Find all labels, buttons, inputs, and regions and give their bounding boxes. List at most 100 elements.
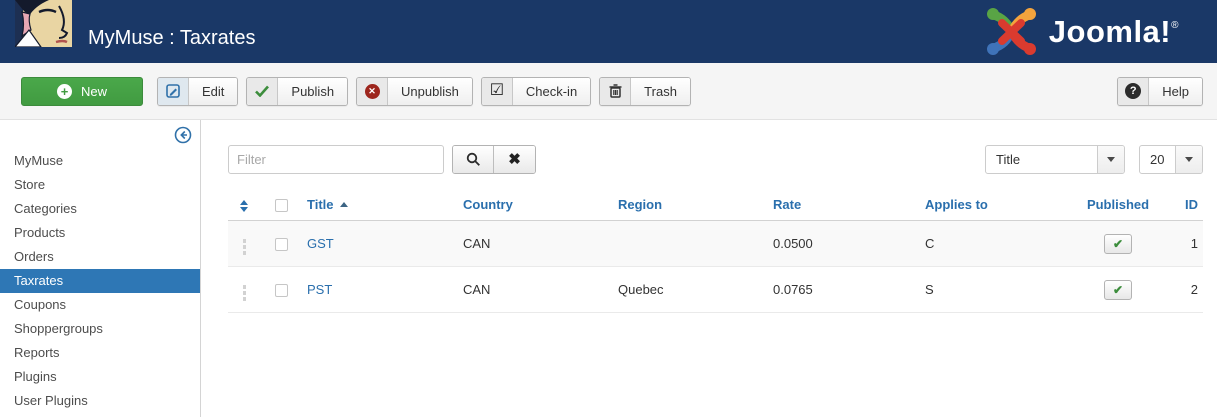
- row-order-cell: [228, 220, 260, 268]
- admin-header: MyMuse : Taxrates Joomla!®: [0, 0, 1217, 63]
- new-button-label: New: [80, 83, 107, 99]
- sidebar-item-user-plugins[interactable]: User Plugins: [0, 389, 200, 413]
- search-button-group: ✖: [452, 145, 536, 174]
- joomla-logo: Joomla!®: [984, 5, 1179, 58]
- select-all-header: [260, 189, 302, 222]
- help-button-label: Help: [1149, 77, 1202, 105]
- filter-bar: ✖ Title 20: [228, 145, 1203, 174]
- help-question-icon: ?: [1118, 77, 1150, 105]
- row-checkbox[interactable]: [274, 284, 288, 298]
- sidebar-item-coupons[interactable]: Coupons: [0, 293, 200, 317]
- row-order-cell: [228, 266, 260, 314]
- sidebar-item-plugins[interactable]: Plugins: [0, 365, 200, 389]
- chevron-down-icon: [1107, 157, 1115, 162]
- row-country-cell: CAN: [458, 266, 613, 314]
- row-applies-to-cell: C: [920, 220, 1075, 268]
- sidebar-item-shoppergroups[interactable]: Shoppergroups: [0, 317, 200, 341]
- row-country-cell: CAN: [458, 220, 613, 268]
- drag-handle-icon[interactable]: [239, 238, 250, 256]
- row-title-cell: PST: [302, 266, 458, 314]
- published-toggle-button[interactable]: ✔: [1104, 279, 1132, 300]
- check-icon: ✔: [1112, 282, 1124, 297]
- column-header-applies-to[interactable]: Applies to: [920, 189, 1075, 222]
- taxrates-table: Title Country Region Rate Applies to Pub…: [228, 189, 1203, 314]
- sidebar-item-categories[interactable]: Categories: [0, 197, 200, 221]
- ordering-sort-header[interactable]: [228, 189, 260, 222]
- clear-button[interactable]: ✖: [494, 146, 535, 173]
- edit-pencil-icon: [158, 77, 189, 105]
- page-title: MyMuse : Taxrates: [88, 27, 256, 49]
- chevron-down-icon: [1185, 157, 1193, 162]
- row-applies-to-cell: S: [920, 266, 1075, 314]
- trash-button[interactable]: Trash: [599, 76, 691, 106]
- limit-select[interactable]: 20: [1139, 145, 1203, 174]
- drag-handle-icon[interactable]: [239, 284, 250, 302]
- search-button[interactable]: [453, 146, 494, 173]
- sidebar-item-orders[interactable]: Orders: [0, 245, 200, 269]
- row-rate-cell: 0.0500: [768, 220, 920, 268]
- row-select-cell: [260, 220, 302, 268]
- sort-by-caret[interactable]: [1097, 146, 1124, 173]
- column-header-rate[interactable]: Rate: [768, 189, 920, 222]
- avatar-image: [15, 0, 72, 47]
- clear-x-icon: ✖: [508, 151, 521, 168]
- table-header-row: Title Country Region Rate Applies to Pub…: [228, 189, 1203, 222]
- column-header-published[interactable]: Published: [1075, 189, 1161, 222]
- limit-caret[interactable]: [1175, 146, 1202, 173]
- row-checkbox[interactable]: [274, 238, 288, 252]
- content-wrapper: MyMuse Store Categories Products Orders …: [0, 120, 1217, 417]
- unpublish-button-label: Unpublish: [388, 77, 472, 105]
- column-header-country[interactable]: Country: [458, 189, 613, 222]
- check-icon: ✔: [1112, 236, 1124, 251]
- checkin-button[interactable]: ☑ Check-in: [480, 76, 592, 106]
- trash-button-label: Trash: [631, 77, 690, 105]
- joomla-logo-text: Joomla!®: [1048, 13, 1179, 49]
- help-button[interactable]: ? Help: [1117, 76, 1203, 106]
- sort-by-value: Title: [996, 152, 1021, 167]
- row-select-cell: [260, 266, 302, 314]
- filter-input[interactable]: [228, 145, 444, 174]
- trash-icon: [600, 77, 632, 105]
- registered-mark: ®: [1171, 19, 1179, 31]
- row-id-cell: 2: [1161, 266, 1203, 314]
- checkin-button-label: Check-in: [512, 77, 591, 105]
- user-avatar: [15, 0, 72, 47]
- column-header-title[interactable]: Title: [302, 189, 458, 222]
- main-content: ✖ Title 20: [201, 120, 1217, 417]
- sidebar-item-store[interactable]: Store: [0, 173, 200, 197]
- sidebar-item-reports[interactable]: Reports: [0, 341, 200, 365]
- search-icon: [466, 152, 480, 166]
- row-region-cell: [613, 220, 768, 268]
- row-published-cell: ✔: [1075, 220, 1161, 268]
- table-row: GST CAN 0.0500 C ✔ 1: [228, 220, 1203, 268]
- sidebar-item-products[interactable]: Products: [0, 221, 200, 245]
- collapse-sidebar-icon[interactable]: [174, 126, 192, 149]
- select-all-checkbox[interactable]: [274, 199, 288, 213]
- edit-button-label: Edit: [189, 77, 238, 105]
- column-header-id[interactable]: ID: [1161, 189, 1203, 222]
- limit-value: 20: [1150, 152, 1165, 167]
- publish-check-icon: [247, 77, 279, 105]
- publish-button-label: Publish: [278, 77, 348, 105]
- row-title-cell: GST: [302, 220, 458, 268]
- sort-by-select[interactable]: Title: [985, 145, 1125, 174]
- row-region-cell: Quebec: [613, 266, 768, 314]
- sort-both-icon: [240, 199, 248, 212]
- publish-button[interactable]: Publish: [246, 76, 349, 106]
- joomla-logo-icon: [986, 8, 1036, 55]
- published-toggle-button[interactable]: ✔: [1104, 233, 1132, 254]
- sidebar-item-taxrates[interactable]: Taxrates: [0, 269, 200, 293]
- sort-ascending-icon: [339, 202, 348, 208]
- new-button[interactable]: + New: [21, 76, 143, 106]
- edit-button[interactable]: Edit: [157, 76, 239, 106]
- table-row: PST CAN Quebec 0.0765 S ✔ 2: [228, 266, 1203, 314]
- taxrate-title-link[interactable]: GST: [307, 236, 334, 251]
- sidebar-item-mymuse[interactable]: MyMuse: [0, 149, 200, 173]
- checkbox-checked-icon: ☑: [481, 77, 513, 105]
- sidebar: MyMuse Store Categories Products Orders …: [0, 120, 201, 417]
- column-header-region[interactable]: Region: [613, 189, 768, 222]
- sidebar-nav: MyMuse Store Categories Products Orders …: [0, 149, 200, 413]
- taxrate-title-link[interactable]: PST: [307, 282, 332, 297]
- row-id-cell: 1: [1161, 220, 1203, 268]
- unpublish-button[interactable]: ✕ Unpublish: [356, 76, 473, 106]
